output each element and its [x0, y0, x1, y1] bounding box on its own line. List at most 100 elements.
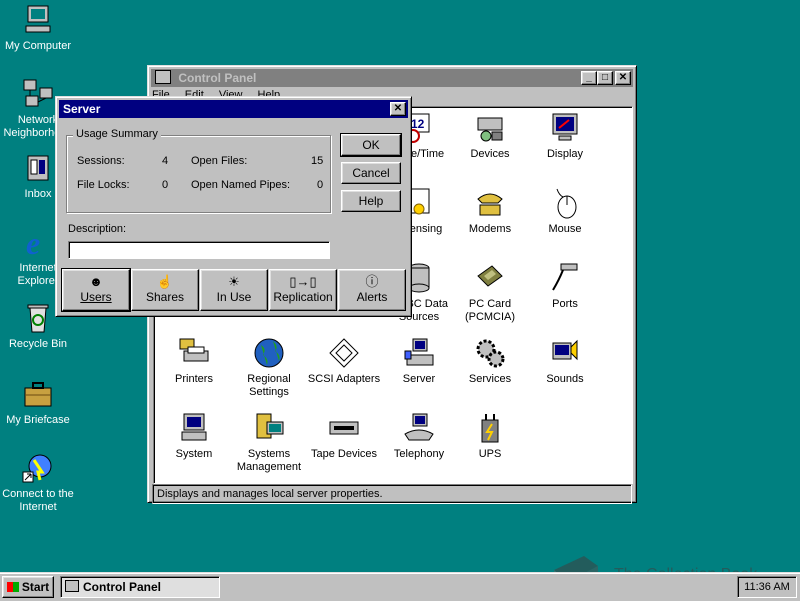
display-icon [549, 112, 581, 144]
usage-summary-label: Usage Summary [73, 128, 161, 140]
shares-button[interactable]: ☝ Shares [131, 269, 199, 311]
connect-internet-icon [22, 452, 54, 484]
cp-item-label: Sounds [546, 373, 584, 385]
taskbar-button-control-panel[interactable]: Control Panel [60, 576, 220, 598]
cp-item-label: Ports [552, 298, 578, 310]
cp-item-pccard[interactable]: PC Card (PCMCIA) [450, 262, 530, 324]
status-text: Displays and manages local server proper… [157, 488, 383, 500]
cp-item-label: UPS [478, 448, 502, 460]
control-panel-titlebar[interactable]: Control Panel _ □ ✕ [151, 69, 633, 87]
desktop-icon-connect-internet[interactable]: Connect to the Internet [0, 452, 76, 514]
cp-item-label: Tape Devices [310, 448, 378, 460]
cp-item-printers[interactable]: Printers [154, 337, 234, 386]
cp-item-ports[interactable]: Ports [525, 262, 605, 311]
svg-text:e: e [26, 226, 40, 258]
start-label: Start [21, 580, 50, 594]
cp-item-ups[interactable]: UPS [450, 412, 530, 461]
desktop-icon-label: My Briefcase [6, 414, 70, 426]
cp-item-label: Telephony [393, 448, 445, 460]
system-icon [178, 412, 210, 444]
windows-logo-icon [6, 582, 19, 592]
server-icon [403, 337, 435, 369]
desktop-icon-label: Connect to the Internet [2, 488, 74, 513]
ports-icon [549, 262, 581, 294]
cp-item-devices[interactable]: Devices [450, 112, 530, 161]
open-pipes-value: 0 [317, 179, 324, 191]
inbox-icon [22, 152, 54, 184]
desktop-icon-label: Recycle Bin [8, 338, 68, 350]
control-panel-small-icon [65, 580, 79, 592]
cp-item-label: Modems [468, 223, 512, 235]
scsi-icon [328, 337, 360, 369]
shares-label: Shares [145, 290, 185, 304]
cp-item-label: System [175, 448, 213, 460]
replication-button[interactable]: ▯→▯ Replication [269, 269, 337, 311]
cp-item-label: Regional Settings [247, 373, 291, 398]
cp-item-tape[interactable]: Tape Devices [304, 412, 384, 461]
cp-item-display[interactable]: Display [525, 112, 605, 161]
file-locks-value: 0 [162, 179, 169, 191]
devices-icon [474, 112, 506, 144]
taskbar: Start Control Panel 11:36 AM [0, 572, 800, 601]
cp-item-sounds[interactable]: Sounds [525, 337, 605, 386]
cancel-button[interactable]: Cancel [341, 162, 401, 184]
dialog-title: Server [63, 102, 101, 116]
start-button[interactable]: Start [2, 576, 54, 598]
cp-item-label: Display [546, 148, 584, 160]
clock[interactable]: 11:36 AM [744, 581, 790, 593]
globe-icon [253, 337, 285, 369]
cp-item-services[interactable]: Services [450, 337, 530, 386]
cp-item-label: SCSI Adapters [307, 373, 381, 385]
alerts-button[interactable]: ⓘ Alerts [338, 269, 406, 311]
computer-icon [22, 4, 54, 36]
cp-item-label: Printers [175, 373, 213, 385]
ok-button[interactable]: OK [340, 133, 402, 157]
users-button[interactable]: ☻ Users [61, 268, 131, 312]
replication-icon: ▯→▯ [289, 274, 317, 289]
server-dialog-titlebar[interactable]: Server ✕ [59, 100, 408, 118]
cp-item-label: Devices [470, 148, 510, 160]
shares-icon: ☝ [156, 274, 174, 289]
cp-item-mouse[interactable]: Mouse [525, 187, 605, 236]
cp-item-modems[interactable]: Modems [450, 187, 530, 236]
alert-icon: ⓘ [365, 274, 379, 289]
close-button[interactable]: ✕ [615, 71, 631, 85]
lightbulb-icon: ☀ [228, 274, 240, 289]
cp-item-label: Systems Management [236, 448, 302, 473]
description-label: Description: [68, 223, 127, 235]
desktop-icon-my-briefcase[interactable]: My Briefcase [0, 378, 76, 427]
desktop-icon-label: My Computer [4, 40, 72, 52]
ups-icon [474, 412, 506, 444]
maximize-button[interactable]: □ [597, 71, 613, 85]
sounds-icon [549, 337, 581, 369]
cp-item-server[interactable]: Server [379, 337, 459, 386]
minimize-button[interactable]: _ [581, 71, 597, 85]
replication-label: Replication [273, 290, 333, 304]
cp-item-systems-management[interactable]: Systems Management [229, 412, 309, 474]
help-button[interactable]: Help [341, 190, 401, 212]
desktop-icon-my-computer[interactable]: My Computer [0, 4, 76, 53]
open-files-label: Open Files: [191, 155, 248, 167]
cp-item-label: Services [468, 373, 512, 385]
cp-item-regional[interactable]: Regional Settings [229, 337, 309, 399]
users-icon: ☻ [89, 274, 103, 289]
description-field[interactable] [68, 241, 330, 259]
sessions-label: Sessions: [77, 155, 125, 167]
internet-explorer-icon: e [22, 225, 54, 261]
cp-item-telephony[interactable]: Telephony [379, 412, 459, 461]
task-label: Control Panel [83, 580, 162, 594]
services-icon [474, 337, 506, 369]
svg-text:12: 12 [411, 117, 425, 131]
recycle-bin-icon [22, 302, 54, 334]
cp-item-system[interactable]: System [154, 412, 234, 461]
cp-item-label: Server [402, 373, 436, 385]
in-use-label: In Use [216, 290, 252, 304]
close-button[interactable]: ✕ [390, 102, 406, 116]
cp-item-scsi[interactable]: SCSI Adapters [304, 337, 384, 386]
network-icon [22, 78, 54, 110]
in-use-button[interactable]: ☀ In Use [200, 269, 268, 311]
window-title: Control Panel [178, 71, 257, 85]
system-tray: 11:36 AM [737, 576, 797, 598]
usage-summary-group [66, 135, 331, 213]
telephony-icon [403, 412, 435, 444]
